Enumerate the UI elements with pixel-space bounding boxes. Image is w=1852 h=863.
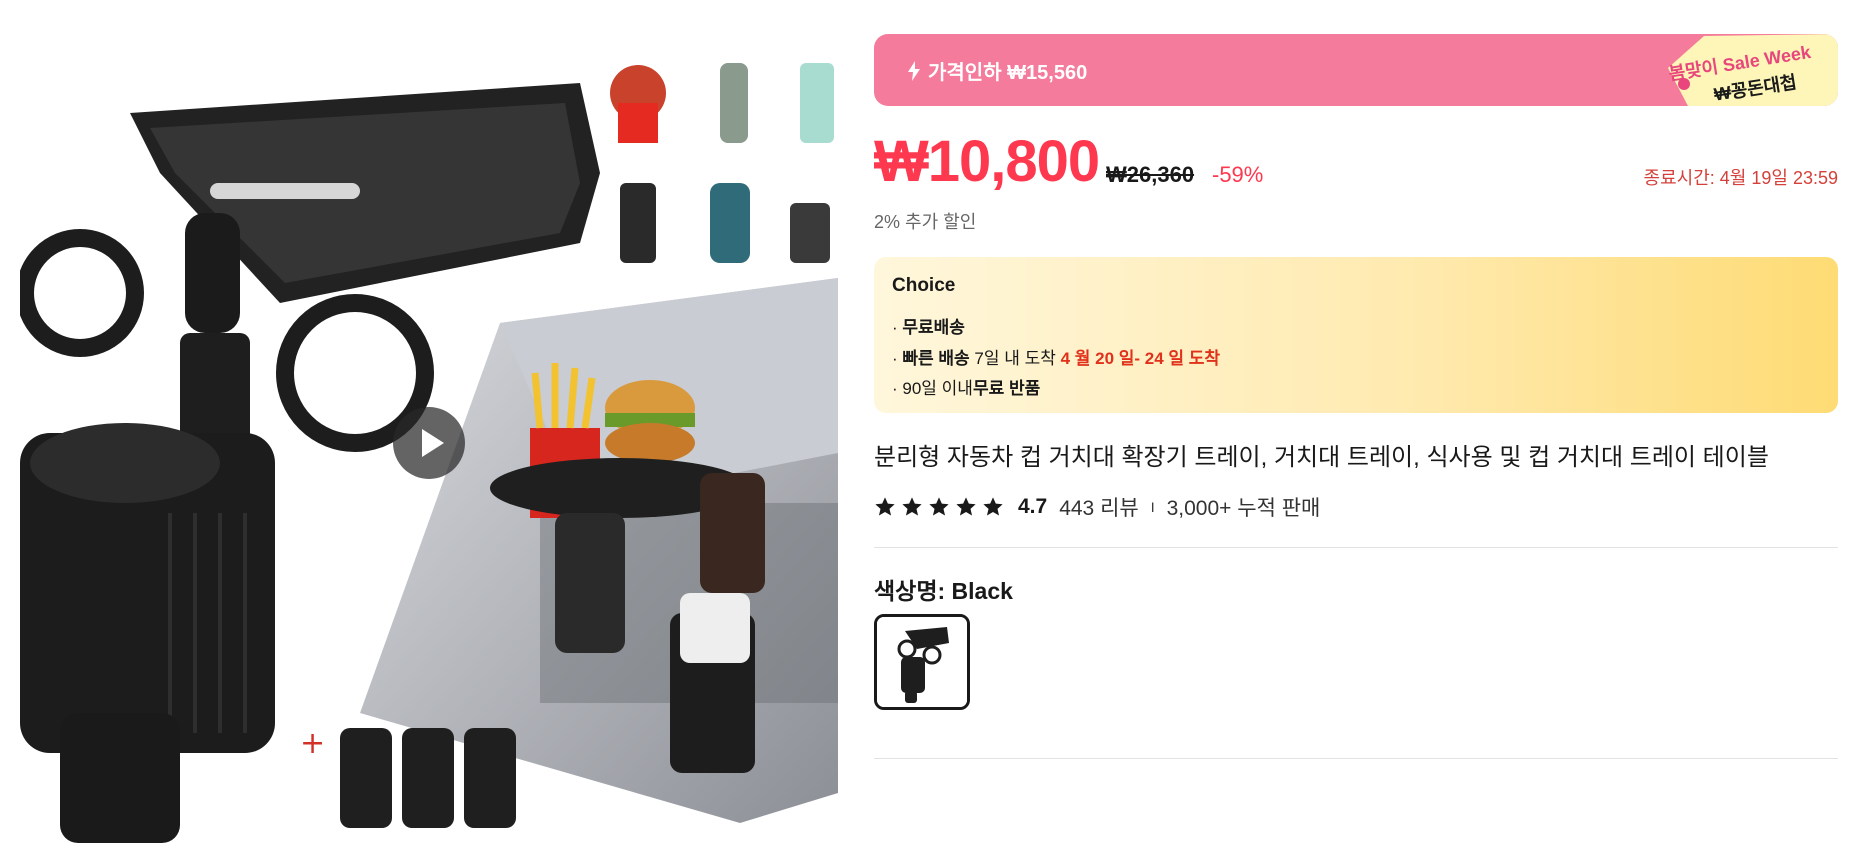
play-video-icon[interactable] <box>393 407 465 479</box>
price-drop-label: 가격인하 ₩15,560 <box>908 56 1087 85</box>
product-title: 분리형 자동차 컵 거치대 확장기 트레이, 거치대 트레이, 식사용 및 컵 … <box>874 444 1769 471</box>
price-row: ₩10,800 ₩26,360 -59% 종료시간: 4월 19일 23:59 <box>874 128 1838 198</box>
free-return-line: · 90일 이내무료 반품 <box>892 374 1040 399</box>
bullet: · <box>892 349 903 368</box>
sale-end-time: 종료시간: 4월 19일 23:59 <box>1643 168 1838 188</box>
star-icon <box>983 497 1003 516</box>
color-swatch-black[interactable] <box>874 614 970 710</box>
fast-delivery-line: · 빠른 배송 7일 내 도착 4 월 20 일- 24 일 도착 <box>892 344 1220 369</box>
free-return-text: 무료 반품 <box>972 379 1041 398</box>
fast-delivery-label: 빠른 배송 <box>902 349 975 368</box>
swatch-thumbnail <box>877 617 967 707</box>
rating-row[interactable]: 4.7 443 리뷰 I 3,000+ 누적 판매 <box>874 492 1320 522</box>
star-icon <box>929 497 949 516</box>
divider <box>874 758 1838 759</box>
review-count[interactable]: 443 리뷰 <box>1059 492 1139 522</box>
bullet: · <box>892 318 903 337</box>
sale-banner[interactable]: 가격인하 ₩15,560 봄맞이 Sale Week ₩꽁돈대첩 <box>874 34 1838 106</box>
bullet: · <box>892 379 903 398</box>
free-shipping-text: 무료배송 <box>902 318 965 337</box>
return-period: 90일 이내 <box>902 379 973 398</box>
star-icon <box>956 497 976 516</box>
current-price: ₩10,800 <box>874 129 1100 194</box>
delivery-date: 4 월 20 일- 24 일 도착 <box>1060 349 1221 368</box>
choice-box[interactable]: Choice · 무료배송 · 빠른 배송 7일 내 도착 4 월 20 일- … <box>874 257 1838 413</box>
star-icon <box>902 497 922 516</box>
discount-percent: -59% <box>1212 162 1264 187</box>
product-image[interactable]: + <box>20 33 838 851</box>
separator: I <box>1150 499 1155 515</box>
divider <box>874 547 1838 548</box>
free-shipping-line: · 무료배송 <box>892 313 965 338</box>
choice-title: Choice <box>892 275 956 296</box>
star-icon <box>875 497 895 516</box>
delivery-days: 7일 내 도착 <box>974 349 1061 368</box>
original-price: ₩26,360 <box>1106 162 1195 187</box>
color-label: 색상명: Black <box>874 578 1013 604</box>
lightning-bolt-icon <box>908 60 920 81</box>
rating-value: 4.7 <box>1018 495 1048 518</box>
sales-count: 3,000+ 누적 판매 <box>1166 497 1321 520</box>
price-drop-text: 가격인하 ₩15,560 <box>928 62 1088 84</box>
svg-text:+: + <box>300 726 325 761</box>
extra-discount: 2% 추가 할인 <box>874 212 977 232</box>
star-rating <box>874 496 1004 518</box>
